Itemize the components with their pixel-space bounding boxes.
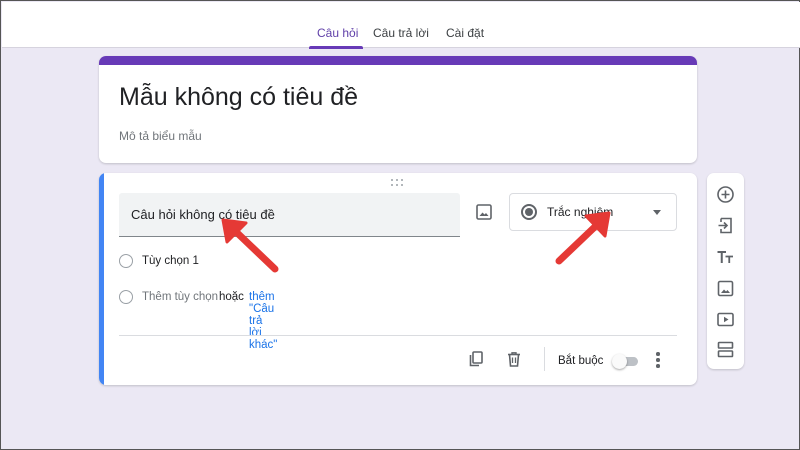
footer-separator <box>544 347 545 371</box>
required-label: Bắt buộc <box>558 355 604 367</box>
top-tab-bar: Câu hỏi Câu trả lời Cài đặt <box>2 2 800 49</box>
question-title-input[interactable]: Câu hỏi không có tiêu đề <box>119 193 460 237</box>
tab-questions[interactable]: Câu hỏi <box>317 26 358 40</box>
toggle-knob <box>612 354 627 369</box>
question-type-label: Trắc nghiệm <box>547 205 614 219</box>
add-other-link[interactable]: thêm "Câu trả lời khác" <box>249 291 277 351</box>
option-radio-icon <box>119 254 133 268</box>
question-type-dropdown[interactable]: Trắc nghiệm <box>509 193 677 231</box>
option-label[interactable]: Tùy chọn 1 <box>142 255 199 267</box>
add-video-icon[interactable] <box>716 310 735 329</box>
add-section-icon[interactable] <box>716 340 735 359</box>
question-title-text: Câu hỏi không có tiêu đề <box>131 207 275 222</box>
tab-responses[interactable]: Câu trả lời <box>373 26 429 40</box>
drag-handle-icon[interactable] <box>391 179 405 187</box>
duplicate-icon[interactable] <box>467 350 485 368</box>
question-card[interactable]: Câu hỏi không có tiêu đề Trắc nghiệm Tùy… <box>99 173 697 385</box>
add-image-icon[interactable] <box>475 203 493 221</box>
active-tab-indicator <box>309 46 363 49</box>
active-question-bar <box>99 173 104 385</box>
radio-button-icon <box>521 204 537 220</box>
tab-settings[interactable]: Cài đặt <box>446 26 484 40</box>
form-header-card: Mẫu không có tiêu đề Mô tả biểu mẫu <box>99 56 697 163</box>
delete-icon[interactable] <box>505 350 523 368</box>
import-questions-icon[interactable] <box>716 216 735 235</box>
more-options-icon[interactable] <box>655 351 661 369</box>
add-question-icon[interactable] <box>716 185 735 204</box>
floating-toolbar <box>707 173 744 369</box>
dropdown-caret-icon <box>653 210 661 215</box>
form-title[interactable]: Mẫu không có tiêu đề <box>119 83 358 112</box>
add-title-icon[interactable] <box>716 248 735 267</box>
header-accent-bar <box>99 56 697 65</box>
add-image-icon[interactable] <box>716 279 735 298</box>
add-option-link[interactable]: Thêm tùy chọn <box>142 291 218 303</box>
question-footer-divider <box>119 335 677 336</box>
app-frame: Câu hỏi Câu trả lời Cài đặt Mẫu không có… <box>0 0 800 450</box>
form-description-field[interactable]: Mô tả biểu mẫu <box>119 129 202 143</box>
option-radio-icon <box>119 290 133 304</box>
or-text: hoặc <box>219 291 244 303</box>
required-toggle[interactable] <box>612 354 640 369</box>
